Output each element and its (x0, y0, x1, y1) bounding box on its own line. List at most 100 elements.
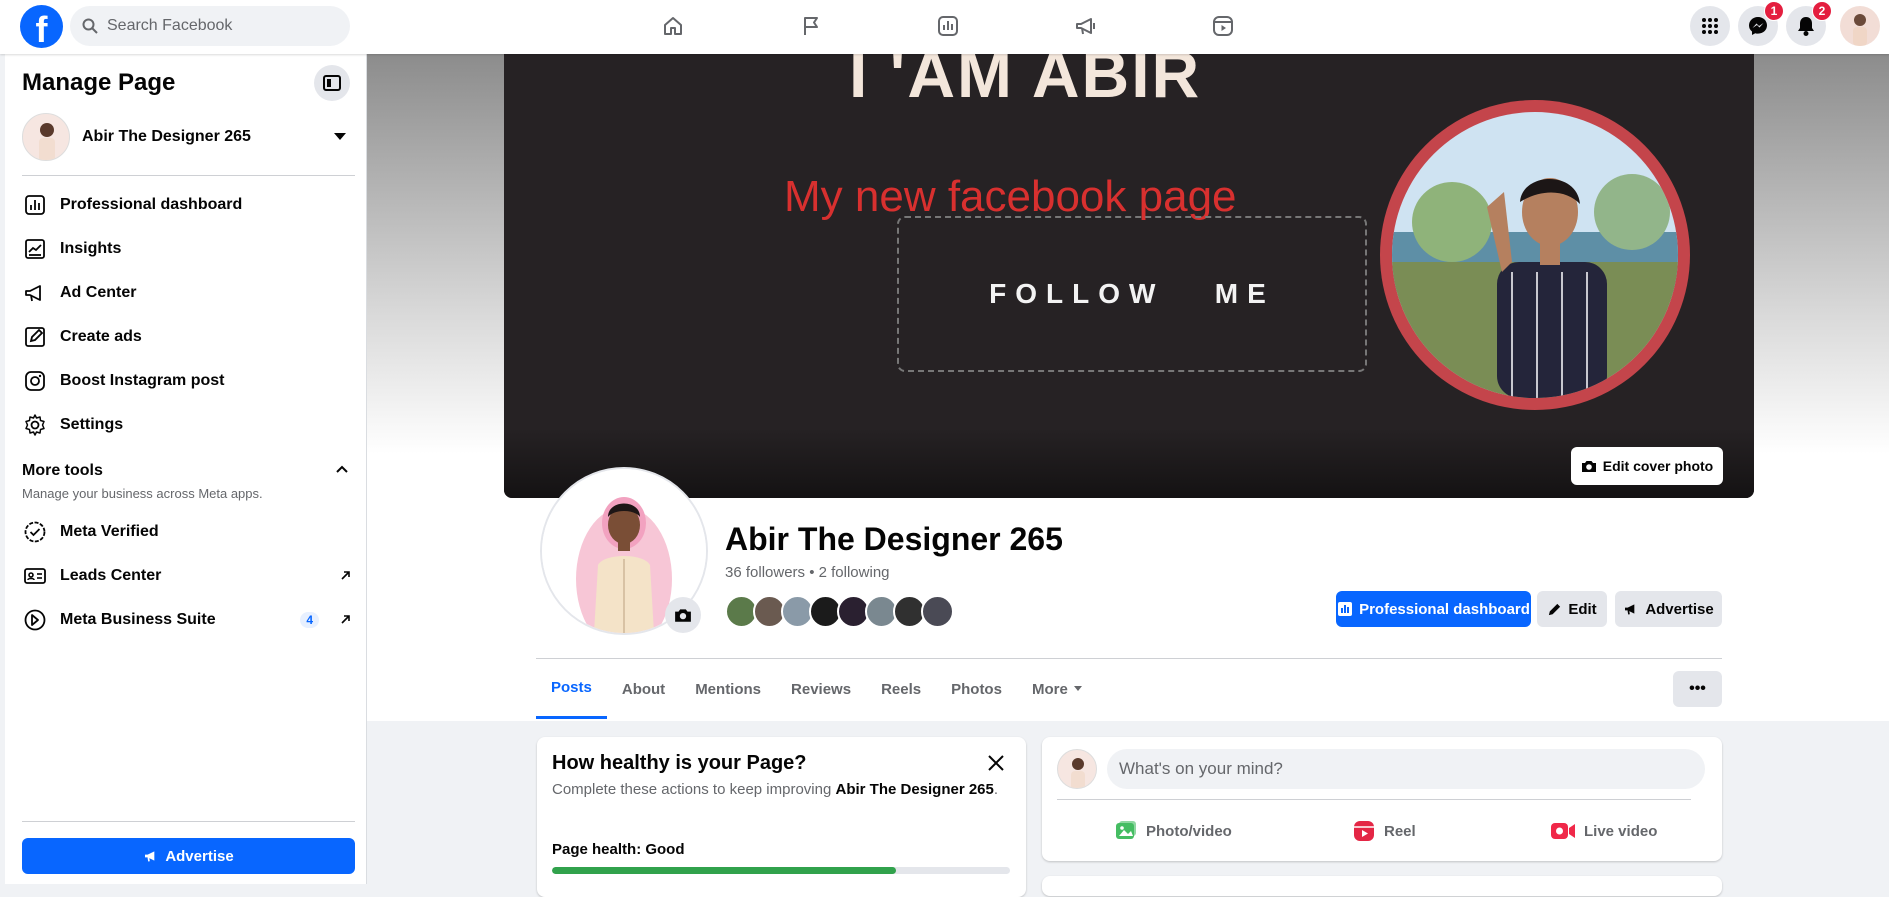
tab-posts[interactable]: Posts (536, 659, 607, 719)
tab-reels[interactable]: Reels (866, 659, 936, 719)
tab-label: Reviews (791, 680, 852, 698)
more-tools-subtitle: Manage your business across Meta apps. (22, 486, 263, 501)
sidebar-item-label: Leads Center (60, 567, 162, 584)
sidebar-item-professional-dashboard[interactable]: Professional dashboard (22, 185, 355, 225)
notifications-button[interactable]: 2 (1786, 1, 1832, 46)
main-content: I 'AM ABIR My new facebook page FOLLOW M… (367, 54, 1889, 897)
cover-headline: I 'AM ABIR (849, 54, 1202, 111)
change-profile-picture-button[interactable] (665, 597, 701, 633)
megaphone-icon (22, 280, 48, 306)
account-avatar[interactable] (1840, 6, 1880, 46)
search-input[interactable] (107, 17, 327, 35)
tab-label: Reels (881, 680, 922, 698)
health-card-title: How healthy is your Page? (552, 752, 807, 774)
messenger-button[interactable]: 1 (1738, 1, 1784, 46)
sidebar-item-leads-center[interactable]: Leads Center (22, 556, 355, 596)
search-box[interactable] (70, 6, 350, 46)
page-health-label: Page health: Good (552, 841, 685, 858)
messenger-badge: 1 (1764, 1, 1784, 21)
whats-on-your-mind-input[interactable] (1119, 759, 1679, 779)
messenger-icon (1749, 17, 1767, 35)
tab-reviews[interactable]: Reviews (776, 659, 866, 719)
sidebar-item-settings[interactable]: Settings (22, 405, 355, 445)
camera-icon (1581, 461, 1596, 472)
photo-video-label: Photo/video (1146, 822, 1232, 840)
edit-cover-photo-button[interactable]: Edit cover photo (1571, 447, 1723, 485)
cover-portrait-ring (1380, 100, 1690, 410)
sidebar-item-boost-instagram[interactable]: Boost Instagram post (22, 361, 355, 401)
caret-down-icon (1073, 686, 1082, 691)
advertise-page-button[interactable]: Advertise (1615, 591, 1722, 627)
advertise-label: Advertise (165, 847, 234, 865)
sidebar-item-label: Insights (60, 240, 122, 257)
sidebar-title: Manage Page (22, 69, 176, 96)
sidebar-item-label: Meta Verified (60, 523, 159, 540)
page-health-bar-fill (552, 867, 896, 874)
page-health-card: How healthy is your Page? Complete these… (537, 737, 1026, 897)
sidebar-divider (22, 821, 355, 822)
home-icon[interactable] (643, 6, 703, 46)
edit-button[interactable]: Edit (1537, 591, 1607, 627)
sidebar-item-insights[interactable]: Insights (22, 229, 355, 269)
chevron-up-icon[interactable] (335, 464, 349, 474)
meta-business-icon (22, 607, 48, 633)
professional-dashboard-button[interactable]: Professional dashboard (1336, 591, 1531, 627)
composer-input-wrap[interactable] (1107, 749, 1705, 789)
reel-icon (1354, 821, 1374, 841)
caret-down-icon[interactable] (333, 132, 347, 142)
dashboard-icon (1338, 602, 1353, 616)
bell-icon (1798, 17, 1814, 36)
post-composer-card: Photo/video Reel Live video (1042, 737, 1722, 861)
photo-icon (1116, 821, 1136, 839)
health-subtitle-page-name: Abir The Designer 265 (835, 781, 994, 798)
sidebar-item-label: Ad Center (60, 284, 137, 301)
tab-photos[interactable]: Photos (936, 659, 1017, 719)
close-icon[interactable] (984, 751, 1008, 775)
sidebar-item-label: Meta Business Suite (60, 611, 216, 628)
sidebar-item-label: Settings (60, 416, 124, 433)
advertise-button[interactable]: Advertise (22, 838, 355, 874)
follower-avatar[interactable] (921, 595, 954, 628)
tab-more[interactable]: More (1017, 659, 1098, 719)
more-options-button[interactable]: ••• (1673, 671, 1722, 707)
profile-tabs: Posts About Mentions Reviews Reels Photos More (536, 659, 1098, 719)
live-video-button[interactable]: Live video (1550, 811, 1657, 851)
instagram-icon (22, 368, 48, 394)
external-link-icon (341, 615, 350, 624)
tab-mentions[interactable]: Mentions (680, 659, 776, 719)
external-link-icon (341, 571, 350, 580)
page-switcher[interactable]: Abir The Designer 265 (22, 112, 355, 162)
profile-header: I 'AM ABIR My new facebook page FOLLOW M… (367, 54, 1889, 721)
advertise-page-label: Advertise (1645, 600, 1714, 618)
composer-divider (1057, 799, 1691, 800)
sidebar-collapse-button[interactable] (314, 65, 350, 101)
megaphone-icon (145, 851, 155, 862)
manage-page-sidebar: Manage Page Abir The Designer 265 Profes… (5, 54, 367, 884)
sidebar-item-ad-center[interactable]: Ad Center (22, 273, 355, 313)
flag-icon[interactable] (781, 6, 841, 46)
follower-stats[interactable]: 36 followers • 2 following (725, 564, 890, 581)
cover-portrait (1392, 112, 1678, 398)
reel-button[interactable]: Reel (1352, 811, 1416, 851)
facebook-logo[interactable]: f (20, 5, 63, 48)
camera-icon (675, 609, 691, 622)
tab-about[interactable]: About (607, 659, 680, 719)
health-subtitle-end: . (993, 781, 999, 798)
megaphone-icon (1625, 604, 1635, 615)
reels-icon[interactable] (1193, 6, 1253, 46)
contact-card-icon (22, 563, 48, 589)
sidebar-divider (22, 175, 355, 176)
sidebar-item-meta-verified[interactable]: Meta Verified (22, 512, 355, 552)
top-navigation-bar: f 1 2 (0, 0, 1889, 54)
sidebar-item-create-ads[interactable]: Create ads (22, 317, 355, 357)
sidebar-item-meta-business-suite[interactable]: Meta Business Suite 4 (22, 600, 355, 640)
cover-photo[interactable]: I 'AM ABIR My new facebook page FOLLOW M… (504, 54, 1754, 498)
photo-video-button[interactable]: Photo/video (1114, 811, 1232, 851)
search-icon (82, 18, 98, 34)
menu-grid-icon[interactable] (1690, 6, 1730, 46)
insights-icon[interactable] (918, 6, 978, 46)
sidebar-item-label: Professional dashboard (60, 196, 243, 213)
follower-avatars[interactable] (725, 595, 954, 628)
megaphone-icon[interactable] (1056, 6, 1116, 46)
page-health-bar (552, 867, 1010, 874)
